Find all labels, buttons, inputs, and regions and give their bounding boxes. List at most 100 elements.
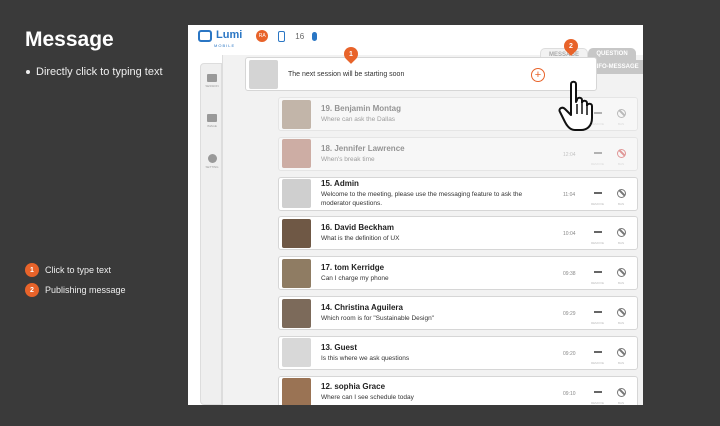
ban-label: BAN bbox=[618, 122, 625, 126]
message-body: 18. Jennifer Lawrence When's break time bbox=[321, 144, 551, 164]
user-badge[interactable]: RA bbox=[256, 30, 269, 42]
remove-button[interactable] bbox=[594, 271, 602, 274]
remove-label: REMOVE bbox=[591, 321, 605, 325]
ban-icon[interactable] bbox=[617, 268, 626, 278]
message-row[interactable]: 15. Admin Welcome to the meeting, please … bbox=[278, 176, 638, 211]
pin-number: 2 bbox=[569, 42, 573, 50]
ban-icon[interactable] bbox=[617, 188, 626, 198]
remove-button[interactable] bbox=[594, 151, 602, 154]
remove-button[interactable] bbox=[594, 191, 602, 194]
ban-icon[interactable] bbox=[617, 228, 626, 238]
gear-icon bbox=[207, 153, 217, 163]
remove-button[interactable] bbox=[594, 350, 602, 353]
ban-label: BAN bbox=[618, 161, 625, 166]
remove-button[interactable] bbox=[594, 311, 602, 313]
attendee-count: 16 bbox=[295, 31, 305, 41]
ban-label: BAN bbox=[618, 321, 625, 325]
message-author: 18. Jennifer Lawrence bbox=[321, 143, 405, 153]
message-time: 09:10 bbox=[563, 390, 576, 397]
camera-icon bbox=[207, 114, 217, 122]
message-author: 12. sophia Grace bbox=[321, 382, 386, 392]
remove-button[interactable] bbox=[594, 390, 602, 393]
sidebar-item-label: SETTING bbox=[205, 164, 219, 169]
message-row[interactable]: 14. Christina Aguilera Which room is for … bbox=[278, 296, 638, 330]
compose-input[interactable]: The next session will be starting soon bbox=[288, 71, 404, 78]
hand-pointer-icon bbox=[558, 80, 593, 131]
folder-icon bbox=[207, 74, 217, 82]
message-row[interactable]: 12. sophia Grace Where can I see schedule… bbox=[278, 375, 638, 405]
message-text: Is this where we ask questions bbox=[321, 354, 410, 362]
sidebar-item-label: SESSION bbox=[205, 84, 219, 88]
message-author: 13. Guest bbox=[321, 342, 358, 352]
legend-label: Click to type text bbox=[45, 265, 112, 275]
avatar bbox=[282, 298, 311, 328]
avatar bbox=[249, 59, 278, 89]
message-body: 12. sophia Grace Where can I see schedule… bbox=[321, 382, 551, 402]
compose-message-box[interactable]: The next session will be starting soon + bbox=[245, 57, 597, 91]
avatar bbox=[282, 179, 311, 209]
remove-button[interactable] bbox=[594, 231, 602, 234]
sidebar-item-image[interactable]: IMAGE bbox=[201, 106, 223, 136]
remove-label: REMOVE bbox=[591, 400, 605, 405]
message-text: Welcome to the meeting, please use the m… bbox=[321, 191, 523, 207]
message-time: 12:04 bbox=[563, 151, 576, 158]
message-time: 09:38 bbox=[563, 271, 576, 278]
ban-icon[interactable] bbox=[617, 109, 626, 118]
ban-label: BAN bbox=[618, 241, 625, 246]
message-text: Where can I see schedule today bbox=[321, 394, 414, 402]
message-author: 16. David Beckham bbox=[321, 223, 394, 233]
message-body: 17. tom Kerridge Can I charge my phone bbox=[321, 263, 551, 283]
sidebar-item-setting[interactable]: SETTING bbox=[201, 146, 223, 176]
ban-icon[interactable] bbox=[617, 308, 626, 317]
message-text: Where can ask the Dallas bbox=[321, 115, 396, 123]
sidebar: SESSION IMAGE SETTING bbox=[200, 63, 222, 405]
legend-item-1: 1 Click to type text bbox=[25, 263, 111, 277]
remove-label: REMOVE bbox=[591, 161, 605, 166]
remove-label: REMOVE bbox=[591, 281, 605, 286]
avatar bbox=[282, 338, 311, 368]
sidebar-item-session[interactable]: SESSION bbox=[201, 66, 223, 96]
page-title: Message bbox=[25, 28, 114, 51]
message-author: 15. Admin bbox=[321, 179, 359, 189]
message-body: 19. Benjamin Montag Where can ask the Dal… bbox=[321, 104, 551, 124]
ban-label: BAN bbox=[618, 400, 625, 405]
remove-label: REMOVE bbox=[591, 201, 605, 206]
publish-plus-button[interactable]: + bbox=[531, 68, 545, 82]
message-body: 13. Guest Is this where we ask questions bbox=[321, 343, 551, 363]
message-time: 11:04 bbox=[563, 191, 576, 198]
logo-icon bbox=[198, 30, 212, 42]
avatar bbox=[282, 99, 311, 129]
phone-icon[interactable] bbox=[278, 30, 286, 42]
ban-label: BAN bbox=[618, 201, 625, 206]
message-author: 14. Christina Aguilera bbox=[321, 302, 403, 312]
instruction-bullet: Directly click to typing text bbox=[26, 66, 163, 78]
message-body: 14. Christina Aguilera Which room is for … bbox=[321, 303, 551, 323]
microphone-icon[interactable] bbox=[312, 31, 318, 41]
legend-number: 2 bbox=[25, 283, 39, 297]
annotation-pin-1: 1 bbox=[341, 44, 361, 64]
message-row[interactable]: 17. tom Kerridge Can I charge my phone 09:… bbox=[278, 256, 638, 291]
message-author: 17. tom Kerridge bbox=[321, 262, 385, 272]
logo-subtext: MOBILE bbox=[214, 42, 236, 48]
logo: Lumi MOBILE bbox=[198, 25, 242, 48]
annotation-pin-2: 2 bbox=[561, 36, 581, 56]
message-time: 09:29 bbox=[563, 311, 576, 317]
message-text: When's break time bbox=[321, 155, 375, 163]
message-text: What is the definition of UX bbox=[321, 235, 400, 243]
avatar bbox=[282, 378, 311, 405]
message-text: Which room is for "Sustainable Design" bbox=[321, 314, 434, 322]
message-row[interactable]: 16. David Beckham What is the definition … bbox=[278, 216, 638, 251]
ban-icon[interactable] bbox=[617, 148, 626, 158]
message-text: Can I charge my phone bbox=[321, 274, 389, 282]
message-row[interactable]: 18. Jennifer Lawrence When's break time 12… bbox=[278, 136, 638, 171]
ban-label: BAN bbox=[618, 360, 625, 365]
ban-icon[interactable] bbox=[617, 387, 626, 397]
message-author: 19. Benjamin Montag bbox=[321, 103, 402, 113]
avatar bbox=[282, 218, 311, 248]
ban-icon[interactable] bbox=[617, 347, 626, 357]
message-body: 16. David Beckham What is the definition … bbox=[321, 223, 551, 243]
message-row[interactable]: 13. Guest Is this where we ask questions 0… bbox=[278, 335, 638, 370]
avatar bbox=[282, 258, 311, 288]
ban-label: BAN bbox=[618, 281, 625, 286]
message-time: 10:04 bbox=[563, 231, 576, 238]
